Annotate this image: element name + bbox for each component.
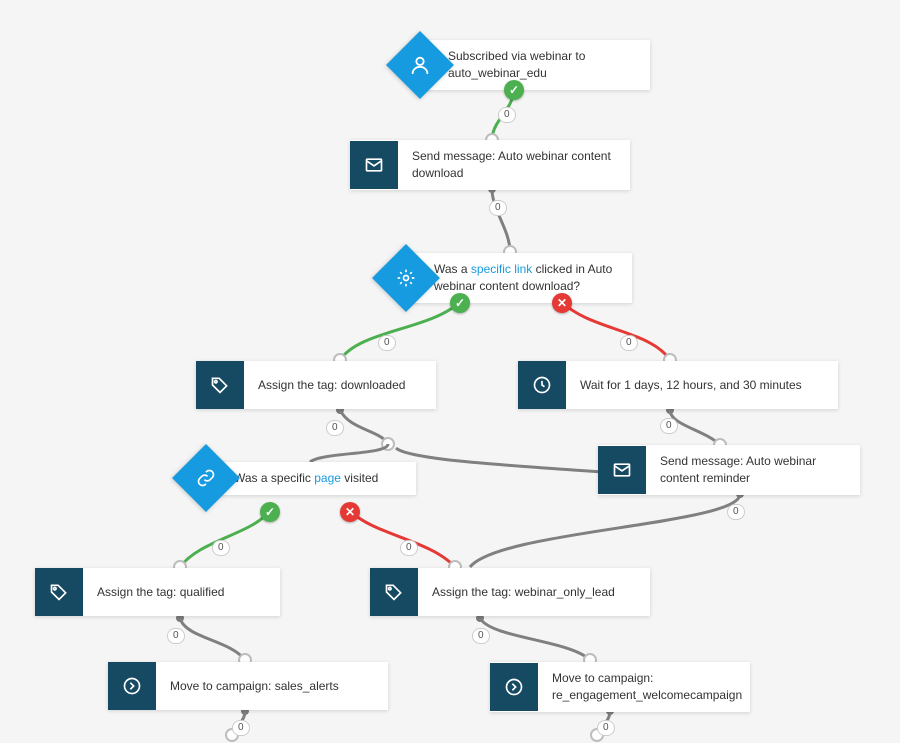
wait-node[interactable]: Wait for 1 days, 12 hours, and 30 minute… <box>518 361 838 409</box>
check-icon: ✓ <box>504 80 524 100</box>
move-campaign-text: Move to campaign: re_engagement_welcomec… <box>538 662 756 712</box>
move-campaign-reengagement-node[interactable]: Move to campaign: re_engagement_welcomec… <box>490 662 750 712</box>
trigger-node[interactable]: Subscribed via webinar to auto_webinar_e… <box>420 40 650 90</box>
delay-counter: 0 <box>489 200 507 216</box>
tag-icon <box>370 568 418 616</box>
mail-icon <box>598 446 646 494</box>
arrow-right-circle-icon <box>490 663 538 711</box>
clock-icon <box>518 361 566 409</box>
assign-tag-webinar-only-lead-node[interactable]: Assign the tag: webinar_only_lead <box>370 568 650 616</box>
tag-text: Assign the tag: qualified <box>83 576 280 609</box>
delay-counter: 0 <box>620 335 638 351</box>
send-message-node-1[interactable]: Send message: Auto webinar content downl… <box>350 140 630 190</box>
mail-icon <box>350 141 398 189</box>
trigger-text: Subscribed via webinar to auto_webinar_e… <box>420 40 650 90</box>
assign-tag-downloaded-node[interactable]: Assign the tag: downloaded <box>196 361 436 409</box>
link-icon <box>172 444 240 512</box>
tag-text: Assign the tag: webinar_only_lead <box>418 576 650 609</box>
move-campaign-sales-node[interactable]: Move to campaign: sales_alerts <box>108 662 388 710</box>
condition-page-visit-node[interactable]: Was a specific page visited <box>206 462 416 495</box>
delay-counter: 0 <box>660 418 678 434</box>
tag-icon <box>35 568 83 616</box>
delay-counter: 0 <box>597 720 615 736</box>
send-message-text: Send message: Auto webinar content remin… <box>646 445 860 495</box>
delay-counter: 0 <box>232 720 250 736</box>
x-icon: ✕ <box>552 293 572 313</box>
check-icon: ✓ <box>260 502 280 522</box>
delay-counter: 0 <box>472 628 490 644</box>
send-message-text: Send message: Auto webinar content downl… <box>398 140 630 190</box>
assign-tag-qualified-node[interactable]: Assign the tag: qualified <box>35 568 280 616</box>
tag-text: Assign the tag: downloaded <box>244 369 436 402</box>
delay-counter: 0 <box>378 335 396 351</box>
specific-link[interactable]: specific link <box>471 262 532 276</box>
move-campaign-text: Move to campaign: sales_alerts <box>156 670 388 703</box>
arrow-right-circle-icon <box>108 662 156 710</box>
wait-text: Wait for 1 days, 12 hours, and 30 minute… <box>566 369 838 402</box>
workflow-canvas[interactable]: Subscribed via webinar to auto_webinar_e… <box>0 0 900 743</box>
delay-counter: 0 <box>727 504 745 520</box>
delay-counter: 0 <box>498 107 516 123</box>
page-link[interactable]: page <box>314 471 341 485</box>
send-message-node-2[interactable]: Send message: Auto webinar content remin… <box>598 445 860 495</box>
x-icon: ✕ <box>340 502 360 522</box>
tag-icon <box>196 361 244 409</box>
delay-counter: 0 <box>400 540 418 556</box>
delay-counter: 0 <box>326 420 344 436</box>
check-icon: ✓ <box>450 293 470 313</box>
delay-counter: 0 <box>212 540 230 556</box>
condition-link-click-node[interactable]: Was a specific link clicked in Auto webi… <box>406 253 632 303</box>
delay-counter: 0 <box>167 628 185 644</box>
